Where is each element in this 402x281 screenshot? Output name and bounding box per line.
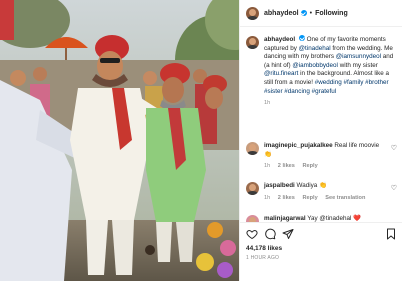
comment-likes[interactable]: 2 likes [278,163,295,169]
verified-badge-icon [300,10,307,16]
mention-link[interactable]: @tinadehal [299,45,331,52]
commenter-username[interactable]: malinjagarwal [264,215,306,222]
mention-link[interactable]: @iambobbydeol [292,62,338,69]
comment-time: 1h [264,194,271,201]
caption-avatar[interactable] [246,36,259,49]
caption-text: abhaydeol One of my favorite moments cap… [264,35,397,108]
author-username[interactable]: abhaydeol [264,10,299,17]
verified-badge-icon [298,35,305,41]
commenter-username[interactable]: jaspalbedi [264,182,295,189]
following-button[interactable]: Following [315,10,348,17]
comment-item: jaspalbedi Wadiya 👏 1h 2 likes Reply See… [246,182,397,202]
post-actions: 44,178 likes 1 HOUR AGO [240,222,402,281]
reply-button[interactable]: Reply [302,195,317,201]
comment-heart-icon[interactable]: ♡ [391,185,397,192]
mention-link[interactable]: @ritu.fineart [264,70,298,77]
see-translation-link[interactable]: See translation [325,195,365,201]
commenter-avatar[interactable] [246,142,259,155]
comment-item: imaginepic_pujakalkee Real life moovie 👏… [246,142,397,171]
bookmark-icon[interactable] [385,228,397,240]
comment-text: Yay @tinadehal ❤️ [307,215,361,222]
post-panel: abhaydeol • Following abhaydeol One of m… [239,0,402,281]
caption-username[interactable]: abhaydeol [264,36,295,43]
caption-segment: with my sister [337,61,378,69]
author-avatar[interactable] [246,6,259,20]
comment-time: 1h [264,163,271,170]
comment-body: imaginepic_pujakalkee Real life moovie 👏… [264,142,386,171]
comment-meta: 1h 2 likes Reply See translation [264,194,386,203]
caption-time: 1h [264,100,271,107]
post-photo[interactable] [0,0,239,281]
comment-heart-icon[interactable]: ♡ [391,145,397,152]
comment-meta: 1h 2 likes Reply [264,162,386,171]
mention-link[interactable]: @iamsunnydeol [336,53,381,60]
comment-text: Wadiya 👏 [296,182,327,189]
comment-icon[interactable] [264,228,276,240]
wedding-dance-photo [0,0,239,281]
header-separator: • [309,9,313,17]
heart-icon[interactable] [246,228,258,240]
post-header: abhaydeol • Following [240,0,402,27]
commenter-avatar[interactable] [246,182,259,195]
comment-body: jaspalbedi Wadiya 👏 1h 2 likes Reply See… [264,182,386,202]
commenter-username[interactable]: imaginepic_pujakalkee [264,142,333,149]
caption-block: abhaydeol One of my favorite moments cap… [246,35,397,108]
action-icons [246,228,397,240]
share-icon[interactable] [282,228,294,240]
reply-button[interactable]: Reply [302,163,317,169]
like-count[interactable]: 44,178 likes [246,245,397,252]
comment-likes[interactable]: 2 likes [278,195,295,201]
post-timestamp: 1 HOUR AGO [246,255,280,261]
